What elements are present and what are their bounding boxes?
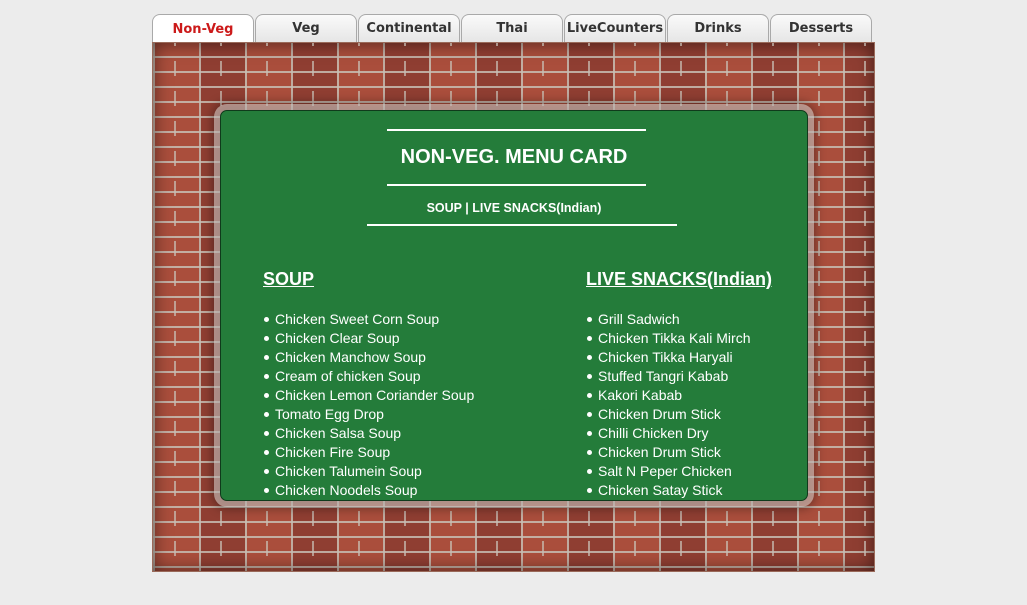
tab-thai[interactable]: Thai [461, 14, 563, 42]
list-item: Chicken Drum Stick [586, 405, 772, 424]
tab-livecounters[interactable]: LiveCounters [564, 14, 666, 42]
soup-section: SOUP Chicken Sweet Corn Soup Chicken Cle… [263, 269, 474, 500]
tab-bar: Non-Veg Veg Continental Thai LiveCounter… [152, 14, 874, 43]
links-bottom-rule [367, 224, 677, 226]
list-item: Chicken Tikka Haryali [586, 348, 772, 367]
list-item: Chicken Noodels Soup [263, 481, 474, 500]
list-item: Grill Sadwich [586, 310, 772, 329]
page: Non-Veg Veg Continental Thai LiveCounter… [0, 0, 1027, 605]
section-link-soup[interactable]: SOUP [427, 201, 462, 215]
list-item: Chicken Clear Soup [263, 329, 474, 348]
list-item: Chicken Talumein Soup [263, 462, 474, 481]
list-item: Cream of chicken Soup [263, 367, 474, 386]
list-item: Chicken Tikka Kali Mirch [586, 329, 772, 348]
tab-non-veg[interactable]: Non-Veg [152, 14, 254, 43]
tab-veg[interactable]: Veg [255, 14, 357, 42]
list-item: Chicken Lemon Coriander Soup [263, 387, 475, 403]
list-item: Chicken Salsa Soup [263, 424, 474, 443]
live-snacks-list: Grill Sadwich Chicken Tikka Kali Mirch C… [586, 310, 772, 500]
menu-title: NON-VEG. MENU CARD [400, 146, 628, 168]
tab-continental[interactable]: Continental [358, 14, 460, 42]
list-item: Tomato Egg Drop [263, 405, 474, 424]
list-item: Kakori Kabab [586, 386, 772, 405]
section-link-separator: | [465, 201, 469, 215]
list-item: Chicken Fire Soup [263, 443, 474, 462]
menu-board: NON-VEG. MENU CARD SOUP | LIVE SNACKS(In… [220, 110, 808, 501]
live-snacks-heading: LIVE SNACKS(Indian) [586, 269, 773, 289]
list-item: Chicken Satay Stick [586, 481, 772, 500]
soup-heading: SOUP [263, 269, 315, 289]
title-bottom-rule [387, 184, 646, 186]
title-top-rule [387, 129, 646, 131]
list-item: Chilli Chicken Dry [586, 424, 772, 443]
list-item: Salt N Peper Chicken [586, 462, 772, 481]
soup-list: Chicken Sweet Corn Soup Chicken Clear So… [263, 310, 474, 500]
tab-desserts[interactable]: Desserts [770, 14, 872, 42]
list-item: Stuffed Tangri Kabab [586, 367, 772, 386]
list-item: Chicken Sweet Corn Soup [263, 310, 474, 329]
live-snacks-section: LIVE SNACKS(Indian) Grill Sadwich Chicke… [586, 269, 772, 500]
section-links: SOUP | LIVE SNACKS(Indian) [221, 201, 807, 215]
list-item: Chicken Manchow Soup [263, 348, 474, 367]
section-link-live-snacks[interactable]: LIVE SNACKS(Indian) [472, 201, 601, 215]
list-item: Chicken Drum Stick [586, 443, 772, 462]
tab-drinks[interactable]: Drinks [667, 14, 769, 42]
